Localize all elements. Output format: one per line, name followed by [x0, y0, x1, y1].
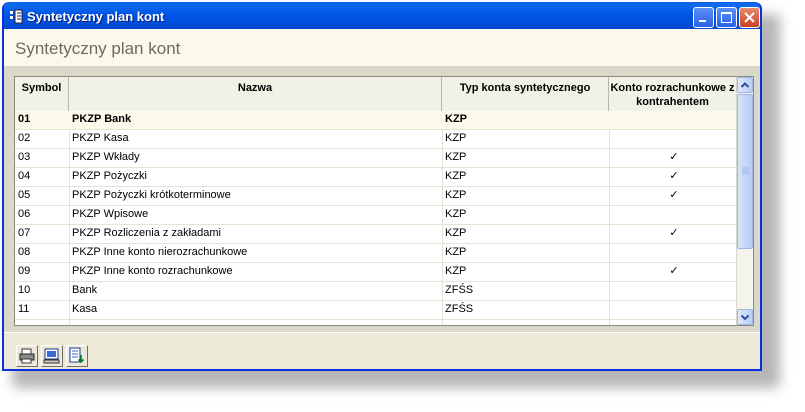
- cell-symbol: 05: [18, 189, 31, 201]
- scroll-up-button[interactable]: [737, 77, 753, 93]
- cell-rozrachunkowe: [611, 130, 737, 148]
- checkmark-icon: ✓: [669, 265, 679, 277]
- checkmark-icon: ✓: [669, 227, 679, 239]
- cell-nazwa: PKZP Wkłady: [72, 151, 140, 163]
- print-button[interactable]: [16, 345, 38, 367]
- title-bar[interactable]: Syntetyczny plan kont: [4, 2, 760, 31]
- chevron-down-icon: [740, 314, 750, 321]
- cell-typ: ZFŚS: [445, 303, 474, 315]
- printer-icon: [19, 348, 35, 364]
- cell-nazwa: PKZP Rozliczenia z zakładami: [72, 227, 221, 239]
- table-row[interactable]: 05 PKZP Pożyczki krótkoterminowe KZP ✓: [15, 187, 737, 206]
- column-header-typ[interactable]: Typ konta syntetycznego: [442, 77, 609, 111]
- chevron-up-icon: [740, 82, 750, 88]
- cell-nazwa: PKZP Wpisowe: [72, 208, 149, 220]
- cell-typ: KZP: [445, 132, 467, 144]
- cell-symbol: 04: [18, 170, 31, 182]
- cell-typ: KZP: [445, 189, 467, 201]
- maximize-icon: [721, 12, 732, 23]
- cell-nazwa: PKZP Pożyczki: [72, 170, 147, 182]
- computer-icon: [43, 348, 60, 364]
- table-row[interactable]: 04 PKZP Pożyczki KZP ✓: [15, 168, 737, 187]
- window-title: Syntetyczny plan kont: [27, 9, 165, 24]
- cell-typ: ZFŚS: [445, 284, 474, 296]
- close-icon: [744, 12, 755, 23]
- cell-nazwa: Bank: [72, 284, 98, 296]
- cell-typ: KZP: [445, 265, 467, 277]
- cell-symbol: 09: [18, 265, 31, 277]
- table-row[interactable]: 09 PKZP Inne konto rozrachunkowe KZP ✓: [15, 263, 737, 282]
- cell-symbol: 06: [18, 208, 31, 220]
- maximize-button[interactable]: [716, 7, 737, 28]
- grip-icon: [742, 167, 749, 175]
- cell-rozrachunkowe: [611, 206, 737, 224]
- export-icon: [69, 347, 85, 364]
- page-header: Syntetyczny plan kont: [4, 29, 760, 67]
- table-row[interactable]: 01 PKZP Bank KZP: [15, 111, 737, 130]
- table-row[interactable]: 02 PKZP Kasa KZP: [15, 130, 737, 149]
- cell-symbol: 02: [18, 132, 31, 144]
- cell-typ: KZP: [445, 227, 467, 239]
- checkmark-icon: ✓: [669, 189, 679, 201]
- cell-nazwa: PKZP Inne konto nierozrachunkowe: [72, 246, 248, 258]
- checkmark-icon: ✓: [669, 151, 679, 163]
- cell-typ: KZP: [445, 151, 467, 163]
- cell-rozrachunkowe: [611, 244, 737, 262]
- scroll-thumb[interactable]: [737, 94, 753, 249]
- table-row[interactable]: 07 PKZP Rozliczenia z zakładami KZP ✓: [15, 225, 737, 244]
- table-row[interactable]: 03 PKZP Wkłady KZP ✓: [15, 149, 737, 168]
- cell-rozrachunkowe: [611, 301, 737, 319]
- cell-nazwa: PKZP Pożyczki krótkoterminowe: [72, 189, 231, 201]
- footer-toolbar: [4, 332, 760, 369]
- table-header: Symbol Nazwa Typ konta syntetycznego Kon…: [15, 77, 737, 112]
- app-window: Syntetyczny plan kont Syntetyczny plan k…: [2, 2, 762, 371]
- cell-typ: KZP: [445, 246, 467, 258]
- cell-symbol: 03: [18, 151, 31, 163]
- checkmark-icon: ✓: [669, 170, 679, 182]
- close-button[interactable]: [739, 7, 760, 28]
- cell-nazwa: PKZP Inne konto rozrachunkowe: [72, 265, 233, 277]
- page-title: Syntetyczny plan kont: [15, 39, 181, 58]
- app-icon: [10, 9, 23, 24]
- export-button[interactable]: [66, 345, 88, 367]
- table-row[interactable]: 06 PKZP Wpisowe KZP: [15, 206, 737, 225]
- cell-symbol: 11: [18, 303, 30, 315]
- table-row[interactable]: 08 PKZP Inne konto nierozrachunkowe KZP: [15, 244, 737, 263]
- cell-typ: KZP: [445, 170, 467, 182]
- cell-symbol: 01: [18, 113, 31, 125]
- table-row[interactable]: 11 Kasa ZFŚS: [15, 301, 737, 320]
- column-header-nazwa[interactable]: Nazwa: [69, 77, 442, 111]
- cell-nazwa: Kasa: [72, 303, 98, 315]
- cell-rozrachunkowe: [611, 282, 737, 300]
- cell-typ: KZP: [445, 208, 467, 220]
- column-header-rozrachunkowe[interactable]: Konto rozrachunkowe z kontrahentem: [609, 77, 737, 111]
- scroll-down-button[interactable]: [737, 309, 753, 325]
- preview-button[interactable]: [41, 345, 63, 367]
- cell-symbol: 10: [18, 284, 31, 296]
- cell-symbol: 08: [18, 246, 31, 258]
- cell-nazwa: PKZP Bank: [72, 113, 132, 125]
- cell-nazwa: PKZP Kasa: [72, 132, 129, 144]
- accounts-table: Symbol Nazwa Typ konta syntetycznego Kon…: [14, 76, 754, 326]
- cell-typ: KZP: [445, 113, 467, 125]
- column-header-symbol[interactable]: Symbol: [15, 77, 69, 111]
- minimize-icon: [699, 20, 706, 22]
- table-body: 01 PKZP Bank KZP 02 PKZP Kasa KZP 03 PKZ…: [15, 111, 737, 320]
- minimize-button[interactable]: [693, 7, 714, 28]
- vertical-scrollbar[interactable]: [736, 77, 753, 325]
- table-row[interactable]: 10 Bank ZFŚS: [15, 282, 737, 301]
- cell-symbol: 07: [18, 227, 31, 239]
- cell-rozrachunkowe: [611, 111, 737, 129]
